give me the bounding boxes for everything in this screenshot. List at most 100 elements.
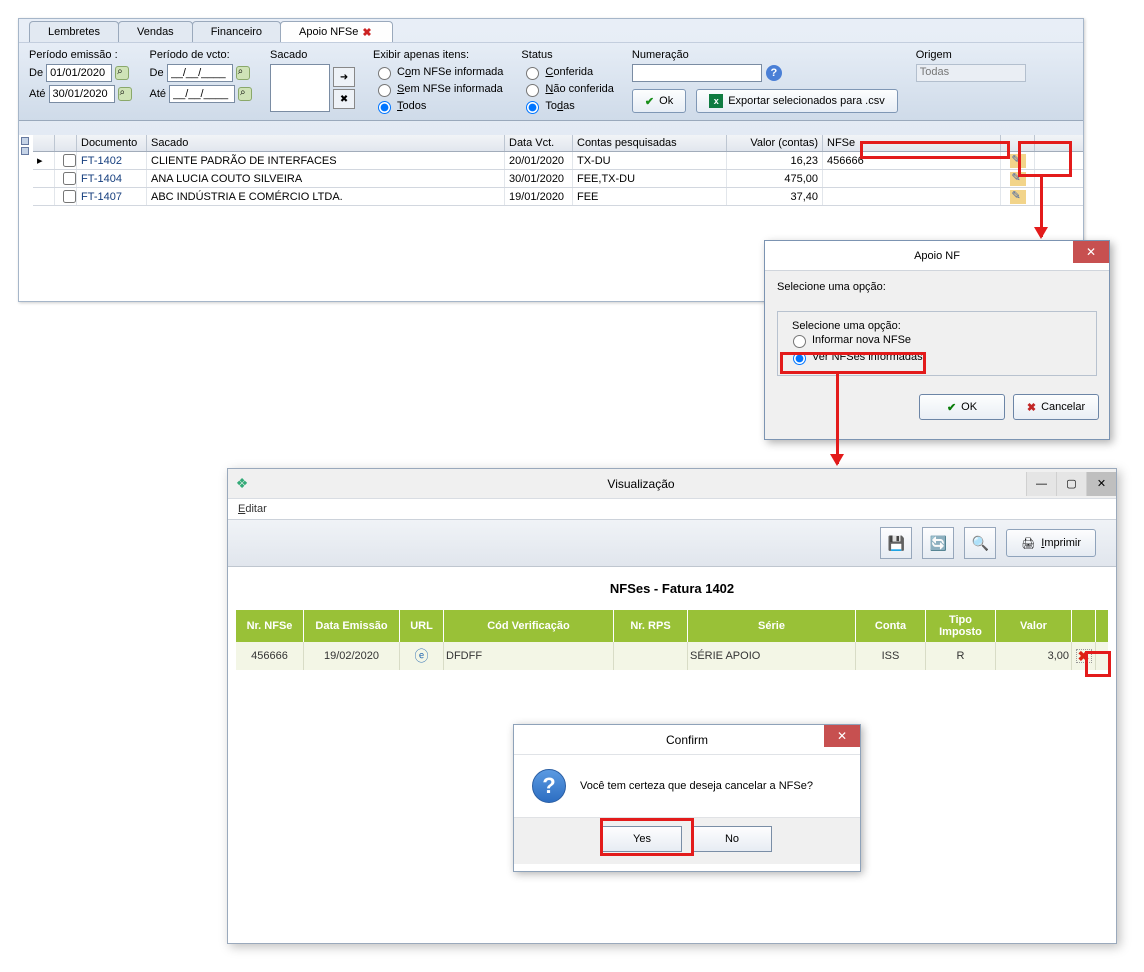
de-emissao-input[interactable]	[46, 64, 112, 82]
exibir-sem-radio[interactable]: Sem NFSe informada	[373, 81, 503, 97]
exibir-todos-radio[interactable]: Todos	[373, 98, 503, 114]
table-row[interactable]: FT-1404 ANA LUCIA COUTO SILVEIRA 30/01/2…	[33, 170, 1083, 188]
export-csv-button[interactable]: x Exportar selecionados para .csv	[696, 89, 898, 113]
sacado-remove-button[interactable]: ✖	[333, 89, 355, 109]
edit-icon[interactable]	[1010, 190, 1026, 204]
ok-button[interactable]: ✔Ok	[632, 89, 686, 113]
col-sacado[interactable]: Sacado	[147, 135, 505, 151]
contas-cell: TX-DU	[573, 152, 727, 169]
maximize-button[interactable]: ▢	[1056, 472, 1086, 496]
doc-cell[interactable]: FT-1407	[77, 188, 147, 205]
sacado-add-button[interactable]: ➜	[333, 67, 355, 87]
data-cell: 20/01/2020	[505, 152, 573, 169]
contas-cell: FEE	[573, 188, 727, 205]
refresh-icon[interactable]: 🔄	[922, 527, 954, 559]
status-conferida-radio[interactable]: Conferida	[521, 64, 614, 80]
minimize-button[interactable]: —	[1026, 472, 1056, 496]
nfse-cell	[823, 188, 1001, 205]
close-button[interactable]: ✕	[1086, 472, 1116, 496]
doc-cell[interactable]: FT-1404	[77, 170, 147, 187]
tipo-cell: R	[926, 642, 996, 670]
arrow-down-icon	[1040, 177, 1043, 237]
data-cell: 19/01/2020	[505, 188, 573, 205]
grid-handle[interactable]	[19, 135, 33, 206]
col-nfse[interactable]: NFSe	[823, 135, 1001, 151]
sacado-cell: ANA LUCIA COUTO SILVEIRA	[147, 170, 505, 187]
cancel-button[interactable]: ✖Cancelar	[1013, 394, 1099, 420]
search-icon[interactable]	[236, 66, 250, 80]
periodo-emissao-label: Período emissão :	[29, 49, 132, 61]
search-icon[interactable]	[115, 66, 129, 80]
arrow-down-icon	[836, 374, 839, 464]
printer-icon: 🖨	[1021, 537, 1035, 550]
col-rps: Nr. RPS	[614, 610, 688, 642]
de-vcto-input[interactable]	[167, 64, 233, 82]
doc-cell[interactable]: FT-1402	[77, 152, 147, 169]
dataem-cell: 19/02/2020	[304, 642, 400, 670]
table-row[interactable]: ▸ FT-1402 CLIENTE PADRÃO DE INTERFACES 2…	[33, 152, 1083, 170]
yes-button[interactable]: Yes	[602, 826, 682, 852]
exibir-label: Exibir apenas itens:	[373, 49, 503, 61]
confirm-dialog: Confirm ✕ ? Você tem certeza que deseja …	[513, 724, 861, 872]
tab-financeiro[interactable]: Financeiro	[192, 21, 281, 42]
ok-button[interactable]: ✔OK	[919, 394, 1005, 420]
col-documento[interactable]: Documento	[77, 135, 147, 151]
sacado-group: Sacado ➜ ✖	[270, 49, 355, 112]
ate-label: Até	[29, 88, 46, 100]
exibir-com-radio[interactable]: Com NFSe informada	[373, 64, 503, 80]
sacado-listbox[interactable]	[270, 64, 330, 112]
ver-radio[interactable]: Ver NFSes informadas	[788, 349, 1086, 365]
save-icon[interactable]: 💾	[880, 527, 912, 559]
informar-radio[interactable]: Informar nova NFSe	[788, 332, 1086, 348]
col-valor[interactable]: Valor (contas)	[727, 135, 823, 151]
row-checkbox[interactable]	[63, 172, 76, 185]
col-tipo: Tipo Imposto	[926, 610, 996, 642]
print-button[interactable]: 🖨Imprimir	[1006, 529, 1096, 557]
search-icon[interactable]	[238, 87, 252, 101]
browser-icon[interactable]: ⓔ	[415, 646, 429, 666]
numeracao-label: Numeração	[632, 49, 898, 61]
grid-header: Documento Sacado Data Vct. Contas pesqui…	[33, 135, 1083, 152]
dialog-title: Apoio NF	[914, 250, 960, 262]
tab-vendas[interactable]: Vendas	[118, 21, 193, 42]
col-contas[interactable]: Contas pesquisadas	[573, 135, 727, 151]
status-nao-conferida-radio[interactable]: Não conferida	[521, 81, 614, 97]
no-button[interactable]: No	[692, 826, 772, 852]
col-conta: Conta	[856, 610, 926, 642]
tab-lembretes-label: Lembretes	[48, 26, 100, 38]
rps-cell	[614, 642, 688, 670]
ate-emissao-input[interactable]	[49, 85, 115, 103]
valor-cell: 475,00	[727, 170, 823, 187]
tab-lembretes[interactable]: Lembretes	[29, 21, 119, 42]
tab-apoio-nfse[interactable]: Apoio NFSe ✖	[280, 21, 393, 42]
close-icon[interactable]: ✕	[1073, 241, 1109, 263]
row-checkbox[interactable]	[63, 154, 76, 167]
col-valor: Valor	[996, 610, 1072, 642]
filter-panel: Período emissão : De Até Período de vcto…	[19, 42, 1083, 121]
excel-icon: x	[709, 94, 723, 108]
close-tab-icon[interactable]: ✖	[362, 26, 374, 38]
valor-cell: 3,00	[996, 642, 1072, 670]
export-label: Exportar selecionados para .csv	[728, 95, 885, 107]
visu-titlebar: ❖ Visualização — ▢ ✕	[228, 469, 1116, 499]
col-data[interactable]: Data Vct.	[505, 135, 573, 151]
edit-icon[interactable]	[1010, 172, 1026, 186]
visu-heading: NFSes - Fatura 1402	[228, 567, 1116, 610]
origem-value: Todas	[916, 64, 1026, 82]
status-todas-radio[interactable]: Todas	[521, 98, 614, 114]
delete-icon[interactable]: ✖	[1076, 649, 1092, 663]
menu-editar[interactable]: Editar	[228, 499, 1116, 519]
row-checkbox[interactable]	[63, 190, 76, 203]
zoom-icon[interactable]: 🔍	[964, 527, 996, 559]
ate-vcto-input[interactable]	[169, 85, 235, 103]
status-label: Status	[521, 49, 614, 61]
search-icon[interactable]	[118, 87, 132, 101]
data-cell: 30/01/2020	[505, 170, 573, 187]
numeracao-input[interactable]	[632, 64, 762, 82]
table-row[interactable]: FT-1407 ABC INDÚSTRIA E COMÉRCIO LTDA. 1…	[33, 188, 1083, 206]
close-icon[interactable]: ✕	[824, 725, 860, 747]
edit-icon[interactable]	[1010, 154, 1026, 168]
tab-financeiro-label: Financeiro	[211, 26, 262, 38]
help-icon[interactable]: ?	[766, 65, 782, 81]
tab-apoio-nfse-label: Apoio NFSe	[299, 26, 358, 38]
